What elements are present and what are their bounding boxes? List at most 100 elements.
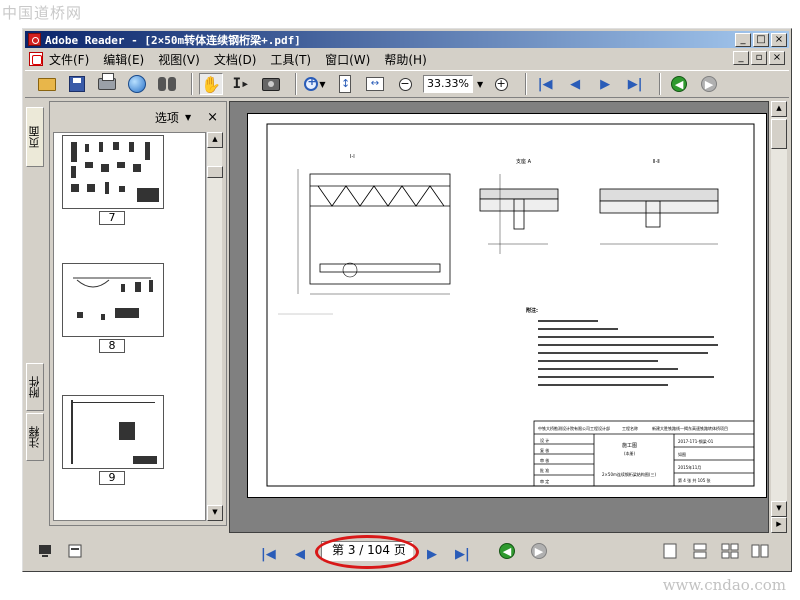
last-page-button[interactable]: ▶|	[455, 543, 470, 562]
title-bar: Adobe Reader - [2×50m转体连续钢桁梁+.pdf] _ □ ×	[25, 31, 789, 48]
chevron-down-icon[interactable]: ▼	[185, 113, 191, 122]
title-block-sheet: 第 4 张 共 105 张	[678, 477, 711, 483]
menu-tools[interactable]: 工具(T)	[270, 51, 311, 68]
scroll-down-icon[interactable]: ▼	[771, 501, 787, 517]
fit-page-button[interactable]	[333, 73, 357, 95]
page-thumbnail[interactable]	[62, 135, 164, 209]
search-icon	[158, 77, 176, 91]
tab-comments[interactable]: 注释	[26, 413, 44, 461]
zoom-in-plus-icon: +	[494, 76, 508, 91]
email-icon	[128, 75, 146, 93]
title-block-row: 设 计	[540, 437, 549, 443]
select-text-button[interactable]: I▸	[229, 73, 253, 95]
page-thumbnail[interactable]	[62, 263, 164, 337]
prev-page-button[interactable]: ◀	[295, 543, 305, 562]
minimize-button[interactable]: _	[735, 33, 751, 47]
facing-view-button[interactable]	[721, 543, 739, 563]
title-block-row: 批 准	[540, 467, 549, 473]
section-label-right: Ⅱ-Ⅱ	[653, 159, 660, 165]
scroll-right-icon[interactable]: ▶	[771, 517, 787, 533]
select-text-icon: I▸	[232, 76, 250, 92]
print-button[interactable]	[95, 73, 119, 95]
search-button[interactable]	[155, 73, 179, 95]
toolbar-separator	[659, 73, 662, 95]
tab-pages-label: 页面	[28, 126, 41, 148]
go-back-icon: ◀	[499, 543, 515, 559]
hand-tool-button[interactable]: ✋	[199, 73, 223, 95]
zoom-tool-button[interactable]: ▼	[303, 73, 327, 95]
document-icon[interactable]	[67, 543, 83, 563]
title-block-drawing-no: 2017-171-钢梁-01	[678, 438, 714, 444]
prev-page-button[interactable]: ◀	[563, 73, 587, 95]
chevron-down-icon: ▼	[319, 79, 326, 89]
next-page-button[interactable]: ▶	[593, 73, 617, 95]
menu-help[interactable]: 帮助(H)	[384, 51, 426, 68]
menu-view[interactable]: 视图(V)	[158, 51, 200, 68]
menu-file[interactable]: 文件(F)	[49, 51, 89, 68]
menu-window[interactable]: 窗口(W)	[325, 51, 370, 68]
title-block-phase: 施工图	[622, 442, 637, 449]
toolbar-separator	[191, 73, 193, 95]
print-icon	[98, 73, 116, 90]
close-panel-button[interactable]: ×	[207, 110, 218, 125]
scrollbar-thumb[interactable]	[207, 166, 223, 178]
scroll-up-icon[interactable]: ▲	[771, 101, 787, 117]
menu-edit[interactable]: 编辑(E)	[103, 51, 144, 68]
go-back-button[interactable]: ◀	[667, 73, 691, 95]
pdf-document-icon[interactable]	[29, 52, 43, 66]
single-page-view-button[interactable]	[661, 543, 679, 563]
thumbnail-preview	[73, 277, 153, 320]
zoom-out-icon: −	[398, 76, 412, 91]
doc-close-button[interactable]: ×	[769, 51, 785, 65]
menu-document[interactable]: 文档(D)	[214, 51, 257, 68]
continuous-facing-view-button[interactable]	[751, 543, 769, 563]
continuous-view-button[interactable]	[691, 543, 709, 563]
title-block-part: (本册)	[624, 450, 636, 456]
section-label-center: 支座 A	[516, 158, 532, 165]
snapshot-button[interactable]	[259, 73, 283, 95]
title-block-row: 审 定	[540, 478, 549, 484]
email-button[interactable]	[125, 73, 149, 95]
tab-attachments[interactable]: 附件	[26, 363, 44, 411]
maximize-button[interactable]: □	[753, 33, 769, 47]
engineering-drawing: Ⅰ-Ⅰ 支座 A Ⅱ-Ⅱ 附注: 中铁大桥勘测设计院有限公司工程设计部 工程名称…	[266, 123, 755, 487]
next-page-icon: ▶	[427, 547, 437, 562]
save-button[interactable]	[65, 73, 89, 95]
document-view[interactable]: Ⅰ-Ⅰ 支座 A Ⅱ-Ⅱ 附注: 中铁大桥勘测设计院有限公司工程设计部 工程名称…	[229, 101, 769, 533]
page-layout-icon[interactable]	[37, 543, 53, 563]
options-menu[interactable]: 选项	[155, 109, 179, 126]
menu-bar: 文件(F) 编辑(E) 视图(V) 文档(D) 工具(T) 窗口(W) 帮助(H…	[25, 49, 789, 69]
go-back-button[interactable]: ◀	[499, 543, 515, 559]
first-page-button[interactable]: |◀	[261, 543, 276, 562]
title-block-date: 2015年11月	[678, 464, 701, 470]
title-block-project-label: 工程名称	[622, 425, 638, 431]
scroll-down-icon[interactable]: ▼	[207, 505, 223, 521]
title-block-company: 中铁大桥勘测设计院有限公司工程设计部	[538, 425, 610, 431]
scroll-up-icon[interactable]: ▲	[207, 132, 223, 148]
zoom-input[interactable]: 33.33%	[423, 75, 473, 93]
next-page-button[interactable]: ▶	[427, 543, 437, 562]
go-forward-button[interactable]: ▶	[531, 543, 547, 559]
go-back-icon: ◀	[671, 76, 688, 92]
open-button[interactable]	[35, 73, 59, 95]
scrollbar-thumb[interactable]	[771, 119, 787, 149]
watermark-bottom: www.cndao.com	[662, 576, 786, 594]
thumbnail-scrollbar[interactable]: ▲ ▼	[206, 132, 223, 521]
go-forward-button[interactable]: ▶	[697, 73, 721, 95]
document-scrollbar[interactable]: ▲ ▼ ▶	[771, 101, 787, 533]
doc-minimize-button[interactable]: _	[733, 51, 749, 65]
page-thumbnail[interactable]	[62, 395, 164, 469]
title-block-drawing-name: 2×50m连续钢桁梁结构图(三)	[602, 471, 656, 477]
zoom-in-button[interactable]: +	[489, 73, 513, 95]
close-button[interactable]: ×	[771, 33, 787, 47]
zoom-out-button[interactable]: −	[393, 73, 417, 95]
prev-page-icon: ◀	[295, 547, 305, 562]
highlight-oval	[315, 535, 419, 569]
fit-width-button[interactable]: ↔	[363, 73, 387, 95]
first-page-button[interactable]: |◀	[533, 73, 557, 95]
title-block-scale: 如图	[678, 451, 686, 457]
tab-pages[interactable]: 页面	[26, 107, 44, 167]
zoom-dropdown-icon[interactable]: ▼	[477, 80, 483, 89]
doc-restore-button[interactable]: ▫	[751, 51, 767, 65]
last-page-button[interactable]: ▶|	[623, 73, 647, 95]
